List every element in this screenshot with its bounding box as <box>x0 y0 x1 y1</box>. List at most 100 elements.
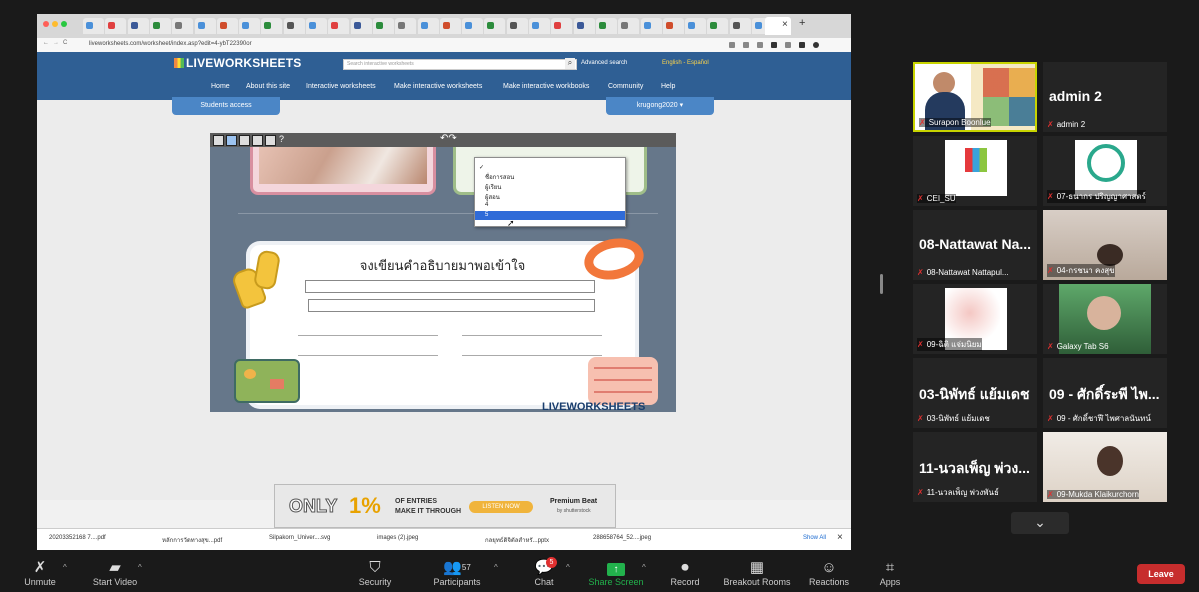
advanced-search-link[interactable]: Advanced search <box>581 60 627 66</box>
browser-tab[interactable] <box>662 18 684 34</box>
preview-tool-icon[interactable] <box>265 135 276 146</box>
download-item[interactable]: Silpakorn_Univer....svg <box>269 535 330 541</box>
participant-tile[interactable]: ✗ 09-ฉิติ แจ่มนิยม <box>913 284 1037 354</box>
share-chevron-icon[interactable]: ^ <box>642 563 646 572</box>
browser-tab[interactable] <box>105 18 127 34</box>
participant-tile[interactable]: 08-Nattawat Na... ✗ 08-Nattawat Nattapul..… <box>913 210 1037 280</box>
search-icon[interactable]: ⌕ <box>565 58 575 69</box>
browser-tab[interactable] <box>551 18 573 34</box>
browser-tab[interactable] <box>261 18 283 34</box>
browser-tab[interactable] <box>328 18 350 34</box>
browser-tab[interactable] <box>239 18 261 34</box>
dropdown-option[interactable]: ผู้สอน <box>485 192 500 202</box>
copy-tool-icon[interactable] <box>252 135 263 146</box>
participant-tile[interactable]: admin 2 ✗ admin 2 <box>1043 62 1167 132</box>
browser-tab[interactable] <box>127 18 149 34</box>
window-close-dot[interactable] <box>43 21 49 27</box>
dropdown-option-selected[interactable]: 5 <box>475 211 625 220</box>
new-tab-icon[interactable]: + <box>799 17 805 29</box>
dropdown-option[interactable]: ชื่อการสอน <box>485 172 514 182</box>
participant-tile[interactable]: ✗ CEI_SU <box>913 136 1037 206</box>
gallery-scroll-down-button[interactable]: ⌄ <box>1011 512 1069 534</box>
ad-cta-button[interactable]: LISTEN NOW <box>469 501 533 513</box>
browser-tab[interactable] <box>640 18 662 34</box>
browser-tab[interactable] <box>573 18 595 34</box>
audio-options-chevron-icon[interactable]: ^ <box>63 563 67 572</box>
browser-tab[interactable] <box>685 18 707 34</box>
participants-chevron-icon[interactable]: ^ <box>494 563 498 572</box>
nav-help[interactable]: Help <box>661 83 675 90</box>
ad-banner[interactable]: ONLY 1% OF ENTRIES MAKE IT THROUGH LISTE… <box>274 484 616 528</box>
breakout-rooms-button[interactable]: ▦ Breakout Rooms <box>720 557 794 592</box>
browser-tab[interactable] <box>595 18 617 34</box>
site-logo[interactable]: LIVEWORKSHEETS <box>186 56 301 70</box>
select-tool-icon[interactable] <box>226 135 237 146</box>
browser-tab[interactable] <box>729 18 751 34</box>
start-video-button[interactable]: ▰ Start Video <box>86 557 144 592</box>
language-switch[interactable]: English - Español <box>662 60 709 66</box>
leave-button[interactable]: Leave <box>1137 564 1185 584</box>
video-options-chevron-icon[interactable]: ^ <box>138 563 142 572</box>
download-item[interactable]: images (2).jpeg <box>377 535 418 541</box>
browser-tab[interactable] <box>172 18 194 34</box>
gallery-splitter[interactable] <box>880 274 883 294</box>
browser-tab[interactable] <box>618 18 640 34</box>
browser-tab[interactable] <box>484 18 506 34</box>
browser-tab[interactable] <box>417 18 439 34</box>
page-tool-icon[interactable] <box>239 135 250 146</box>
chat-button[interactable]: 💬 Chat <box>525 557 563 592</box>
back-icon[interactable]: ← <box>43 40 49 46</box>
participants-button[interactable]: 👥57 Participants <box>428 557 486 592</box>
nav-make-workbooks[interactable]: Make interactive workbooks <box>503 83 589 90</box>
participant-tile[interactable]: 09 - ศักดิ์ระพี ไพ... ✗ 09 - ศักดิ์ชาฬี ไพ… <box>1043 358 1167 428</box>
participant-tile[interactable]: ✗ 07-ธนากร ปริญญาศาสตร์ <box>1043 136 1167 206</box>
dropdown-option[interactable]: ผู้เรียน <box>485 182 501 192</box>
active-tab[interactable]: × <box>765 17 791 35</box>
browser-tab[interactable] <box>306 18 327 34</box>
browser-tab[interactable] <box>83 18 104 34</box>
browser-tab[interactable] <box>350 18 372 34</box>
window-zoom-dot[interactable] <box>61 21 67 27</box>
tab-close-icon[interactable]: × <box>782 19 788 30</box>
undo-redo-icon[interactable]: ↶↷ <box>440 133 457 144</box>
reload-icon[interactable]: C <box>63 40 67 46</box>
site-search-input[interactable]: Search interactive worksheets <box>343 59 577 70</box>
reactions-button[interactable]: ☺ Reactions <box>806 557 852 592</box>
record-button[interactable]: ⏺ Record <box>664 557 706 592</box>
answer-dropdown-list[interactable]: ✓ ชื่อการสอน ผู้เรียน ผู้สอน 4 5 <box>474 157 626 227</box>
download-item[interactable]: 288658764_52....jpeg <box>593 535 651 541</box>
nav-about[interactable]: About this site <box>246 83 290 90</box>
browser-tab[interactable] <box>707 18 729 34</box>
nav-community[interactable]: Community <box>608 83 643 90</box>
participant-tile[interactable]: ✗ Surapon Boonlue <box>913 62 1037 132</box>
participant-tile[interactable]: ✗ Galaxy Tab S6 <box>1043 284 1167 354</box>
browser-tab[interactable] <box>462 18 484 34</box>
participant-tile[interactable]: 03-นิพัทธ์ แย้มเดช ✗ 03-นิพัทธ์ แย้มเดช <box>913 358 1037 428</box>
answer-field-1[interactable] <box>305 280 595 293</box>
help-icon[interactable]: ? <box>279 134 284 144</box>
nav-home[interactable]: Home <box>211 83 230 90</box>
dropdown-option[interactable]: 4 <box>485 202 488 208</box>
download-item[interactable]: หลักการวัดทางสุข...pdf <box>162 535 222 545</box>
close-downloads-icon[interactable]: × <box>837 532 843 543</box>
forward-icon[interactable]: → <box>53 40 59 46</box>
browser-tab[interactable] <box>439 18 461 34</box>
browser-tab[interactable] <box>506 18 528 34</box>
browser-tab[interactable] <box>372 18 394 34</box>
address-bar[interactable]: ← → C liveworksheets.com/worksheet/index… <box>37 38 851 53</box>
browser-tab[interactable] <box>216 18 238 34</box>
browser-tab[interactable] <box>529 18 550 34</box>
window-minimize-dot[interactable] <box>52 21 58 27</box>
url-text[interactable]: liveworksheets.com/worksheet/index.asp?e… <box>89 41 252 47</box>
browser-tab[interactable] <box>194 18 216 34</box>
browser-tab[interactable] <box>283 18 305 34</box>
participant-tile[interactable]: ✗ 04-กรชนา คงสุข <box>1043 210 1167 280</box>
unmute-button[interactable]: ✗ Unmute <box>18 557 62 592</box>
share-screen-button[interactable]: ↑ Share Screen <box>586 557 646 592</box>
security-button[interactable]: ⛉ Security <box>353 557 397 592</box>
apps-button[interactable]: ⌗ Apps <box>874 557 906 592</box>
edit-tool-icon[interactable] <box>213 135 224 146</box>
answer-field-2[interactable] <box>308 299 595 312</box>
participant-tile[interactable]: ✗ 09-Mukda Klaikurchorn <box>1043 432 1167 502</box>
browser-tab[interactable] <box>395 18 417 34</box>
